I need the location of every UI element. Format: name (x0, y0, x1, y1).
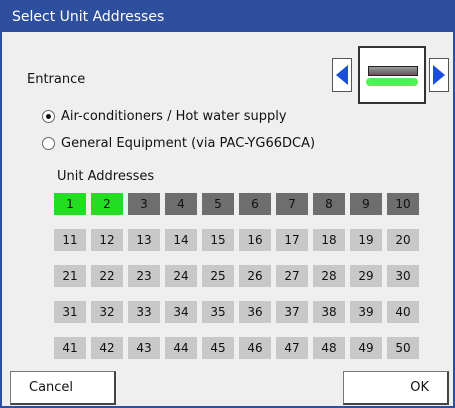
prev-unit-button[interactable] (332, 58, 352, 92)
address-cell-32[interactable]: 32 (91, 301, 123, 323)
address-cell-14[interactable]: 14 (165, 229, 197, 251)
unit-body (368, 66, 418, 76)
ok-button[interactable]: OK (343, 371, 449, 405)
address-cell-45[interactable]: 45 (202, 337, 234, 359)
triangle-right-icon (433, 65, 445, 85)
address-cell-10[interactable]: 10 (387, 193, 419, 215)
address-cell-50[interactable]: 50 (387, 337, 419, 359)
address-cell-33[interactable]: 33 (128, 301, 160, 323)
address-cell-40[interactable]: 40 (387, 301, 419, 323)
address-cell-43[interactable]: 43 (128, 337, 160, 359)
select-unit-addresses-dialog: Select Unit Addresses Entrance Air-condi… (0, 0, 455, 408)
address-cell-5[interactable]: 5 (202, 193, 234, 215)
address-cell-15[interactable]: 15 (202, 229, 234, 251)
address-cell-18[interactable]: 18 (313, 229, 345, 251)
address-cell-31[interactable]: 31 (54, 301, 86, 323)
address-cell-42[interactable]: 42 (91, 337, 123, 359)
address-cell-34[interactable]: 34 (165, 301, 197, 323)
address-cell-8[interactable]: 8 (313, 193, 345, 215)
address-cell-39[interactable]: 39 (350, 301, 382, 323)
indoor-unit-icon (358, 46, 426, 104)
address-cell-28[interactable]: 28 (313, 265, 345, 287)
address-cell-7[interactable]: 7 (276, 193, 308, 215)
address-cell-36[interactable]: 36 (239, 301, 271, 323)
address-cell-27[interactable]: 27 (276, 265, 308, 287)
triangle-left-icon (336, 65, 348, 85)
radio-air-conditioners[interactable]: Air-conditioners / Hot water supply (42, 109, 287, 124)
address-cell-30[interactable]: 30 (387, 265, 419, 287)
address-cell-47[interactable]: 47 (276, 337, 308, 359)
address-cell-12[interactable]: 12 (91, 229, 123, 251)
address-cell-35[interactable]: 35 (202, 301, 234, 323)
entrance-label: Entrance (27, 72, 86, 87)
address-cell-4[interactable]: 4 (165, 193, 197, 215)
unit-glow (366, 78, 418, 86)
address-cell-2[interactable]: 2 (91, 193, 123, 215)
address-cell-26[interactable]: 26 (239, 265, 271, 287)
radio-label: Air-conditioners / Hot water supply (61, 109, 287, 124)
address-cell-49[interactable]: 49 (350, 337, 382, 359)
unit-addresses-label: Unit Addresses (57, 169, 155, 184)
address-cell-25[interactable]: 25 (202, 265, 234, 287)
address-cell-9[interactable]: 9 (350, 193, 382, 215)
address-cell-16[interactable]: 16 (239, 229, 271, 251)
address-cell-17[interactable]: 17 (276, 229, 308, 251)
address-cell-38[interactable]: 38 (313, 301, 345, 323)
address-cell-6[interactable]: 6 (239, 193, 271, 215)
address-cell-41[interactable]: 41 (54, 337, 86, 359)
dialog-body: Entrance Air-conditioners / Hot water su… (2, 32, 453, 406)
address-cell-19[interactable]: 19 (350, 229, 382, 251)
address-cell-11[interactable]: 11 (54, 229, 86, 251)
address-cell-48[interactable]: 48 (313, 337, 345, 359)
address-cell-24[interactable]: 24 (165, 265, 197, 287)
address-cell-21[interactable]: 21 (54, 265, 86, 287)
address-cell-46[interactable]: 46 (239, 337, 271, 359)
address-cell-13[interactable]: 13 (128, 229, 160, 251)
radio-general-equipment[interactable]: General Equipment (via PAC-YG66DCA) (42, 136, 315, 151)
address-cell-23[interactable]: 23 (128, 265, 160, 287)
address-cell-3[interactable]: 3 (128, 193, 160, 215)
address-cell-22[interactable]: 22 (91, 265, 123, 287)
unit-address-grid: 1 2 3 4 5 6 7 8 9 10 11 12 13 14 15 16 17 18 19 20 21 22 23 24 2… (54, 193, 426, 359)
address-cell-37[interactable]: 37 (276, 301, 308, 323)
address-cell-20[interactable]: 20 (387, 229, 419, 251)
radio-button-unchecked[interactable] (42, 137, 55, 150)
address-cell-29[interactable]: 29 (350, 265, 382, 287)
address-cell-1[interactable]: 1 (54, 193, 86, 215)
window-title: Select Unit Addresses (2, 2, 453, 32)
address-cell-44[interactable]: 44 (165, 337, 197, 359)
radio-label: General Equipment (via PAC-YG66DCA) (61, 136, 316, 151)
next-unit-button[interactable] (429, 58, 449, 92)
radio-button-checked[interactable] (42, 110, 55, 123)
cancel-button[interactable]: Cancel (10, 371, 116, 405)
